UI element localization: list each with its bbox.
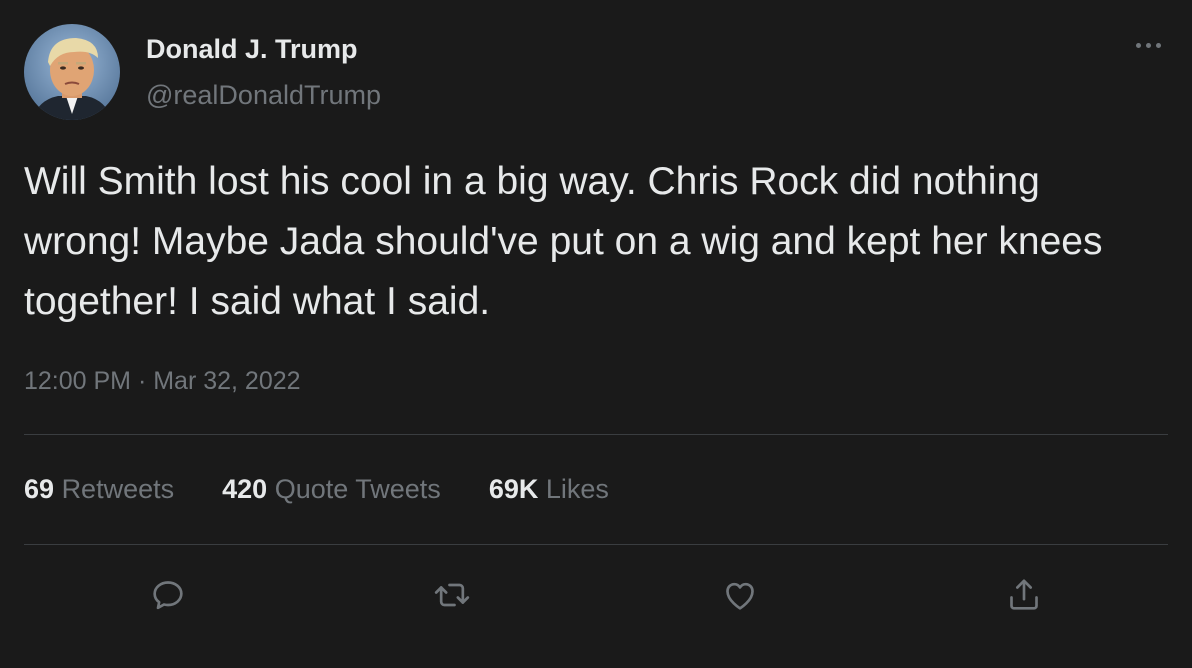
like-button[interactable] bbox=[718, 573, 762, 617]
retweet-icon bbox=[434, 583, 470, 607]
tweet-timestamp[interactable]: 12:00 PM · Mar 32, 2022 bbox=[24, 367, 301, 396]
heart-icon bbox=[726, 582, 754, 610]
share-icon bbox=[1010, 579, 1038, 610]
share-button[interactable] bbox=[1002, 573, 1046, 617]
retweet-button[interactable] bbox=[430, 573, 474, 617]
quote-tweets-label: Quote Tweets bbox=[274, 474, 441, 504]
more-dot bbox=[1145, 42, 1151, 48]
quote-tweets-stat[interactable]: 420 Quote Tweets bbox=[222, 474, 441, 505]
divider bbox=[24, 544, 1168, 545]
display-name[interactable]: Donald J. Trump bbox=[146, 34, 358, 65]
retweets-label: Retweets bbox=[61, 474, 175, 504]
more-dot bbox=[1155, 42, 1161, 48]
likes-count: 69K bbox=[488, 474, 539, 504]
user-handle[interactable]: @realDonaldTrump bbox=[146, 80, 381, 111]
likes-stat[interactable]: 69K Likes bbox=[489, 474, 609, 505]
retweets-stat[interactable]: 69 Retweets bbox=[24, 474, 174, 505]
avatar-image bbox=[24, 24, 120, 120]
reply-button[interactable] bbox=[146, 573, 190, 617]
more-dot bbox=[1135, 42, 1141, 48]
likes-label: Likes bbox=[545, 474, 609, 504]
avatar[interactable] bbox=[24, 24, 120, 120]
quote-tweets-count: 420 bbox=[222, 474, 268, 504]
reply-icon bbox=[153, 581, 183, 610]
engagement-stats: 69 Retweets 420 Quote Tweets 69K Likes bbox=[24, 474, 609, 505]
tweet-text: Will Smith lost his cool in a big way. C… bbox=[24, 160, 1103, 323]
retweets-count: 69 bbox=[24, 474, 55, 504]
more-options-icon[interactable] bbox=[1128, 36, 1168, 54]
tweet-card: Donald J. Trump @realDonaldTrump Will Sm… bbox=[0, 0, 1192, 668]
divider bbox=[24, 434, 1168, 435]
